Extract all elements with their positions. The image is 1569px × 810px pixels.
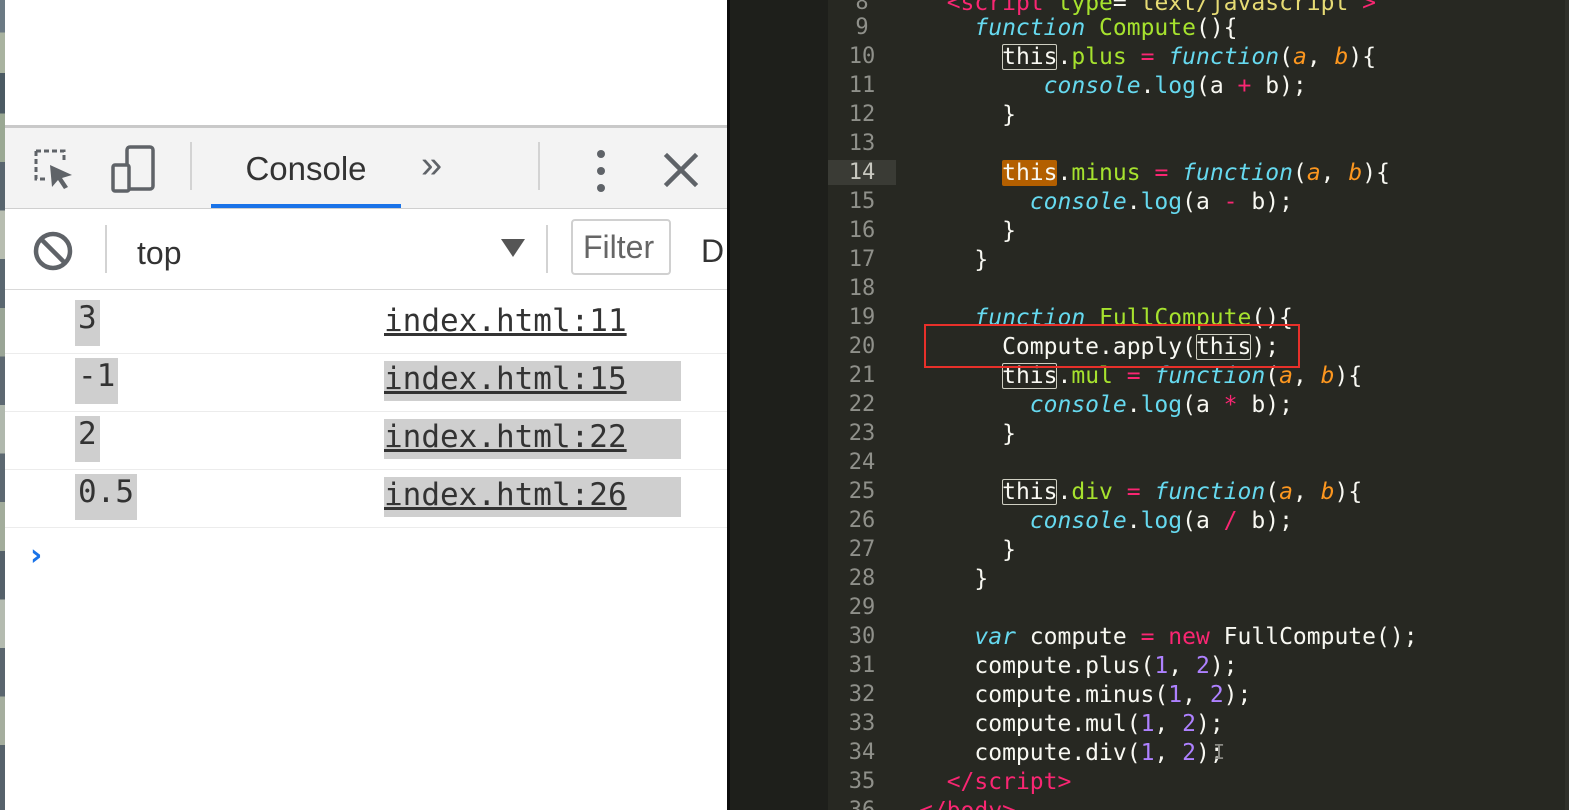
line-number: 29 xyxy=(848,595,876,620)
console-prompt-icon[interactable]: › xyxy=(30,538,42,573)
editor-scrollbar[interactable] xyxy=(1565,0,1569,810)
line-number: 19 xyxy=(848,305,876,330)
console-message: 2 index.html:22 xyxy=(5,412,727,470)
active-tab-indicator xyxy=(211,204,401,208)
execution-context-value: top xyxy=(137,235,182,271)
device-toolbar-icon[interactable] xyxy=(109,144,159,194)
customize-menu-icon[interactable] xyxy=(588,150,618,192)
code-line: 10 this.plus = function(a, b){ xyxy=(727,44,1569,73)
line-number: 24 xyxy=(848,450,876,475)
code-line: 27 } xyxy=(727,537,1569,566)
log-source-link[interactable]: index.html:15 xyxy=(384,361,681,401)
text-cursor-icon: I xyxy=(1213,740,1226,764)
code-line: 29 xyxy=(727,595,1569,624)
code-line: 24 xyxy=(727,450,1569,479)
code-line: 26 console.log(a / b); xyxy=(727,508,1569,537)
execution-context-select[interactable]: top xyxy=(125,219,535,279)
log-value: 0.5 xyxy=(75,474,137,520)
line-number: 21 xyxy=(848,363,876,388)
highlight-annotation-box xyxy=(924,324,1300,368)
code-line: 16 } xyxy=(727,218,1569,247)
code-line: 28 } xyxy=(727,566,1569,595)
tab-console-label: Console xyxy=(245,150,367,187)
code-line: 15 console.log(a - b); xyxy=(727,189,1569,218)
code-line: 17 } xyxy=(727,247,1569,276)
line-number: 10 xyxy=(848,44,876,69)
line-number: 26 xyxy=(848,508,876,533)
code-line: 23 } xyxy=(727,421,1569,450)
code-line: 13 xyxy=(727,131,1569,160)
console-message: 3 index.html:11 xyxy=(5,296,727,354)
inspect-element-icon[interactable] xyxy=(29,144,79,194)
dropdown-arrow-icon xyxy=(501,239,525,257)
line-number: 25 xyxy=(848,479,876,504)
log-source-link[interactable]: index.html:11 xyxy=(384,303,681,343)
clear-console-icon[interactable] xyxy=(31,229,75,273)
line-number: 36 xyxy=(828,798,896,810)
console-filter-bar: top D xyxy=(5,209,727,290)
line-number: 13 xyxy=(848,131,876,156)
code-line-active: 14 this.minus = function(a, b){ xyxy=(727,160,1569,189)
filter-input[interactable] xyxy=(571,219,671,275)
line-number: 28 xyxy=(848,566,876,591)
code-line: 22 console.log(a * b); xyxy=(727,392,1569,421)
log-value: -1 xyxy=(75,358,119,404)
code-line: 33 compute.mul(1, 2); xyxy=(727,711,1569,740)
line-number: 18 xyxy=(848,276,876,301)
line-number: 8 xyxy=(855,0,869,15)
code-line: 32 compute.minus(1, 2); xyxy=(727,682,1569,711)
line-number: 35 xyxy=(848,769,876,794)
log-source-link[interactable]: index.html:22 xyxy=(384,419,681,459)
line-number: 34 xyxy=(848,740,876,765)
line-number: 30 xyxy=(848,624,876,649)
line-number: 27 xyxy=(848,537,876,562)
console-message: 0.5 index.html:26 xyxy=(5,470,727,528)
code-line: 11 console.log(a + b); xyxy=(727,73,1569,102)
log-levels-dropdown[interactable]: D xyxy=(701,233,724,270)
close-icon[interactable] xyxy=(657,146,705,194)
filter-divider xyxy=(105,225,107,273)
line-number: 20 xyxy=(848,334,876,359)
filter-divider xyxy=(546,225,548,273)
console-messages: 3 index.html:11 -1 index.html:15 2 index… xyxy=(5,296,727,528)
line-number: 16 xyxy=(848,218,876,243)
log-value: 2 xyxy=(75,416,100,462)
line-number: 23 xyxy=(848,421,876,446)
log-value: 3 xyxy=(75,300,100,346)
code-line: 36</body> xyxy=(727,798,1569,810)
devtools-toolbar: Console » xyxy=(5,128,727,209)
code-area[interactable]: 8 <script type="text/javascript"> 9 func… xyxy=(727,0,1569,810)
log-source-link[interactable]: index.html:26 xyxy=(384,477,681,517)
line-number: 9 xyxy=(855,15,869,40)
line-number: 33 xyxy=(848,711,876,736)
toolbar-divider xyxy=(538,142,540,190)
code-line: 35 </script> xyxy=(727,769,1569,798)
code-line: 18 xyxy=(727,276,1569,305)
line-number: 11 xyxy=(848,73,876,98)
code-line: 9 function Compute(){ xyxy=(727,15,1569,44)
line-number: 15 xyxy=(848,189,876,214)
line-number: 12 xyxy=(848,102,876,127)
code-line: 34 compute.div(1, 2); xyxy=(727,740,1569,769)
line-number: 22 xyxy=(848,392,876,417)
code-line: 12 } xyxy=(727,102,1569,131)
line-number: 14 xyxy=(828,160,896,185)
browser-devtools-panel: Console » top D 3 xyxy=(0,0,727,810)
tab-console[interactable]: Console xyxy=(211,128,401,208)
console-message: -1 index.html:15 xyxy=(5,354,727,412)
more-tabs-icon[interactable]: » xyxy=(421,146,442,184)
line-number: 17 xyxy=(848,247,876,272)
line-number: 31 xyxy=(848,653,876,678)
toolbar-divider xyxy=(190,142,192,190)
code-line: 30 var compute = new FullCompute(); xyxy=(727,624,1569,653)
code-line: 31 compute.plus(1, 2); xyxy=(727,653,1569,682)
line-number: 32 xyxy=(848,682,876,707)
code-editor[interactable]: 8 <script type="text/javascript"> 9 func… xyxy=(727,0,1569,810)
code-line: 25 this.div = function(a, b){ xyxy=(727,479,1569,508)
